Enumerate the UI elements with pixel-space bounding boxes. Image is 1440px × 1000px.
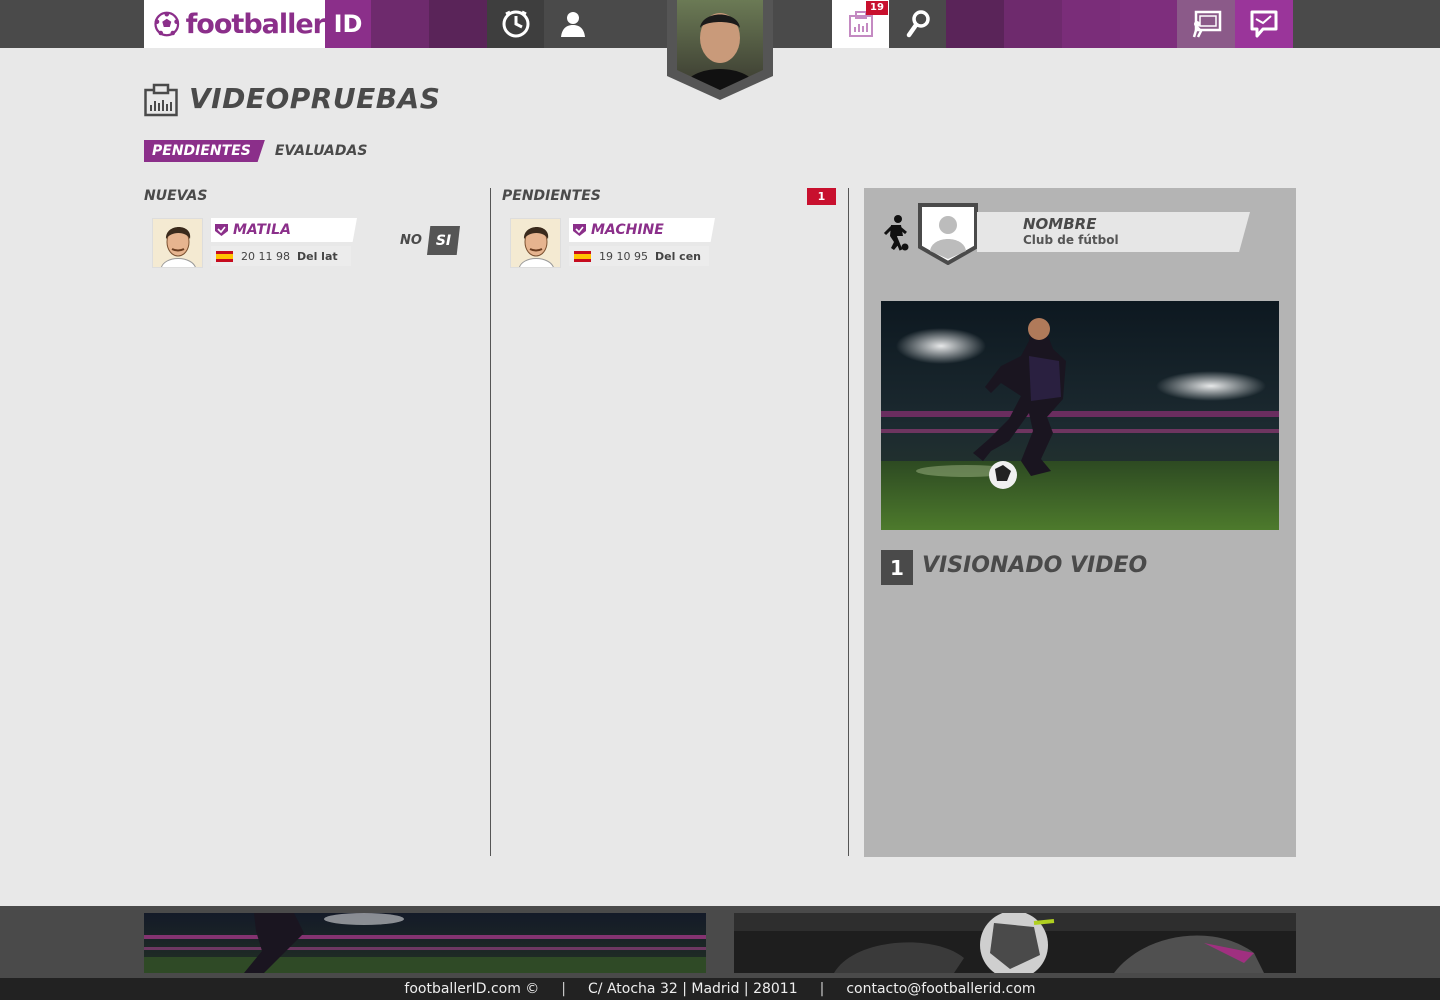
accept-button[interactable]: SI [427, 226, 460, 255]
player-card-nuevas[interactable]: MATILA 20 11 98 Del lat [152, 218, 362, 270]
clock-ball-icon [502, 10, 529, 38]
player-position: Del cen [654, 249, 701, 263]
pending-count-badge: 1 [807, 188, 836, 205]
player-name-bar: MATILA [211, 218, 357, 242]
player-photo [152, 218, 203, 268]
verified-shield-icon [573, 224, 586, 236]
evaluation-detail-panel: NOMBRE Club de fútbol 1 VISIONADO VIDEO [864, 188, 1296, 857]
club-name: Club de fútbol [1023, 233, 1119, 247]
search-icon [906, 10, 930, 38]
footer: footballerID.com © | C/ Atocha 32 | Madr… [0, 906, 1440, 1000]
notification-count-badge: 19 [866, 1, 888, 15]
footer-separator: | [819, 981, 825, 997]
player-birthdate: 20 11 98 [241, 249, 290, 263]
club-player-name: NOMBRE [1023, 215, 1097, 233]
clock-ball-button[interactable] [487, 0, 544, 48]
player-meta: 19 10 95 Del cen [569, 246, 709, 266]
footer-address: C/ Atocha 32 | Madrid | 28011 [588, 981, 798, 997]
player-position: Del lat [296, 249, 338, 263]
football-player-icon [883, 215, 909, 251]
column-title-pendientes: PENDIENTES [502, 188, 601, 204]
nav-tile-decor [1004, 0, 1062, 48]
spain-flag-icon [216, 250, 233, 262]
tactics-board-icon [1192, 10, 1222, 38]
page-title: VIDEOPRUEBAS [189, 82, 441, 115]
player-name: MACHINE [591, 222, 664, 238]
search-button[interactable] [889, 0, 946, 48]
footer-email-link[interactable]: contacto@footballerid.com [846, 981, 1035, 997]
nav-tile-decor [371, 0, 429, 48]
footballer-logo[interactable]: footballer [144, 0, 326, 48]
footer-separator: | [561, 981, 567, 997]
top-navigation-bar: footballer ID 19 [0, 0, 1440, 100]
player-card-pendientes[interactable]: MACHINE 19 10 95 Del cen [510, 218, 720, 270]
column-divider [848, 188, 849, 856]
column-divider [490, 188, 491, 856]
profile-button[interactable] [544, 0, 601, 48]
footer-banner-left [144, 913, 706, 973]
nav-tile-decor [1062, 0, 1120, 48]
tab-pendientes[interactable]: PENDIENTES [144, 140, 265, 162]
step-number: 1 [881, 550, 913, 585]
club-info-bar: NOMBRE Club de fútbol [977, 212, 1250, 252]
player-name-bar: MACHINE [569, 218, 715, 242]
user-profile-icon [560, 12, 585, 37]
user-avatar[interactable] [667, 0, 773, 104]
player-photo [510, 218, 561, 268]
column-title-nuevas: NUEVAS [144, 188, 208, 204]
spain-flag-icon [574, 250, 591, 262]
footer-info-bar: footballerID.com © | C/ Atocha 32 | Madr… [0, 978, 1440, 1000]
logo-text: footballer [185, 8, 326, 40]
logo-id-block[interactable]: ID [325, 0, 371, 48]
nav-tile-decor [946, 0, 1004, 48]
player-meta: 20 11 98 Del lat [211, 246, 351, 266]
tactics-button[interactable] [1177, 0, 1235, 48]
verified-shield-icon [215, 224, 228, 236]
player-birthdate: 19 10 95 [599, 249, 648, 263]
reject-button[interactable]: NO [400, 233, 422, 248]
nav-tile-decor [429, 0, 487, 48]
step-title: VISIONADO VIDEO [922, 553, 1148, 578]
player-name: MATILA [233, 222, 291, 238]
video-thumbnail[interactable] [881, 301, 1279, 530]
soccer-ball-logo-icon [154, 11, 180, 37]
clipboard-icon [144, 83, 178, 117]
tab-bar: PENDIENTES EVALUADAS [144, 140, 377, 162]
tab-evaluadas[interactable]: EVALUADAS [265, 140, 378, 162]
footer-banner-right [734, 913, 1296, 973]
footer-copyright: footballerID.com © [404, 981, 540, 997]
nav-tile-decor [1120, 0, 1177, 48]
messages-button[interactable] [1235, 0, 1293, 48]
club-shield-icon [918, 203, 978, 265]
messages-icon [1250, 10, 1278, 38]
